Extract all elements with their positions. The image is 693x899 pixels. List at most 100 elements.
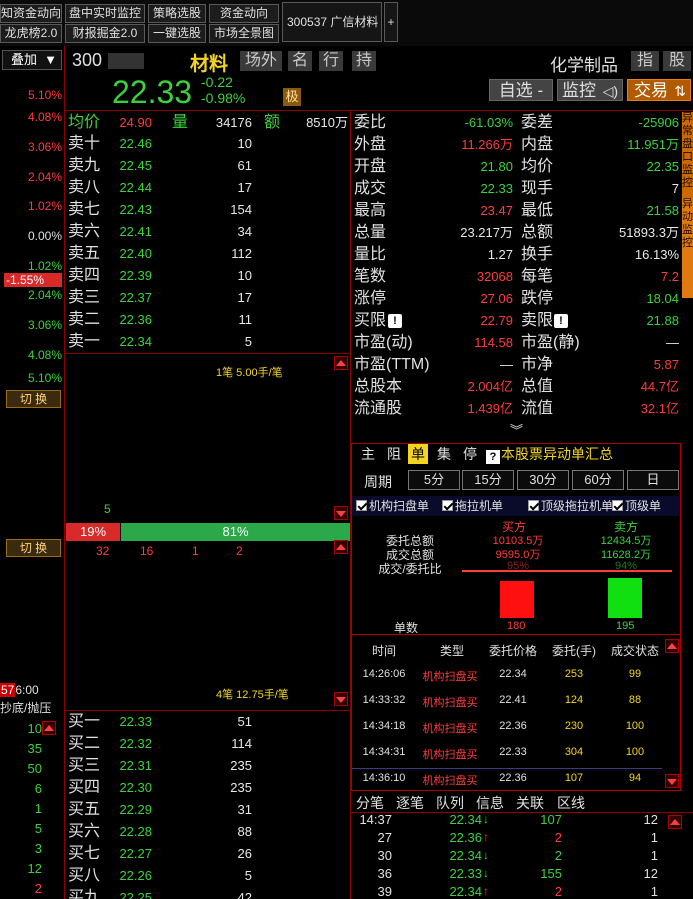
- period-button[interactable]: 5分: [408, 470, 460, 490]
- row-time: 14:26:06: [362, 668, 406, 680]
- filter-checkbox[interactable]: 拖拉机单: [442, 498, 503, 514]
- bottom-tab[interactable]: 逐笔: [396, 793, 434, 813]
- bottom-tab[interactable]: 队列: [436, 793, 474, 813]
- period-button[interactable]: 30分: [517, 470, 569, 490]
- info-value: 44.7亿: [640, 379, 679, 394]
- tick-price: 22.34: [449, 848, 482, 863]
- trade-button[interactable]: 交易 ⇅: [627, 79, 691, 101]
- info-value: 23.47: [480, 203, 513, 218]
- bottom-tab[interactable]: 分笔: [356, 793, 394, 813]
- period-button[interactable]: 日: [627, 470, 679, 490]
- panel-tab[interactable]: 主: [358, 444, 378, 464]
- scroll-up-icon[interactable]: [334, 540, 348, 554]
- watchlist-button[interactable]: 自选 -: [489, 79, 553, 101]
- info-value: 1.439亿: [467, 401, 513, 416]
- buy-count: 180: [507, 620, 526, 632]
- scroll-up-icon[interactable]: [42, 721, 56, 735]
- toolbar-btn-1[interactable]: 知资金动向: [0, 4, 62, 23]
- ladder-label: 买四: [68, 779, 101, 796]
- bottom-tab[interactable]: 区线: [557, 793, 595, 813]
- monitor-button[interactable]: 监控 ◁): [557, 79, 623, 101]
- ladder-label: 卖二: [68, 311, 101, 328]
- ladder-label: 买二: [68, 735, 101, 752]
- info-label: 总量: [354, 224, 387, 241]
- row-qty: 107: [564, 772, 584, 784]
- ladder-row: 买七 22.27 26: [66, 843, 350, 865]
- volume-label: 量: [172, 114, 189, 131]
- toolbar-btn-8[interactable]: 市场全景图: [209, 24, 279, 43]
- toolbar-btn-6[interactable]: 财报掘金2.0: [65, 24, 145, 43]
- help-icon[interactable]: ?: [486, 450, 500, 464]
- bottom-tab[interactable]: 信息: [476, 793, 514, 813]
- tick-volume: 155: [540, 866, 562, 881]
- chip-industry[interactable]: 行: [319, 51, 343, 71]
- info-row: 最高 23.47 最低 21.58: [351, 200, 681, 222]
- scroll-up-icon[interactable]: [665, 639, 679, 653]
- abnormal-order-panel: 主阻单集停 ? 本股票异动单汇总 周期 5分 15分 30分 60分日 机构扫盘单 拖拉机…: [351, 443, 681, 791]
- scroll-up-icon[interactable]: [668, 815, 682, 829]
- panel-tab[interactable]: 停: [460, 444, 480, 464]
- switch-button-2[interactable]: 切 换: [6, 539, 61, 557]
- add-tab-button[interactable]: +: [384, 2, 398, 42]
- left-tick-value: 12: [27, 861, 42, 876]
- limit-badge: 极: [283, 88, 301, 106]
- toolbar-btn-4[interactable]: 资金动向: [209, 4, 279, 23]
- time-badge: 57: [0, 683, 16, 697]
- ladder-volume: 10: [237, 136, 252, 151]
- ladder-price: 22.40: [119, 246, 152, 261]
- ladder-price: 22.34: [119, 334, 152, 349]
- info-row: 笔数 32068 每笔 7.2: [351, 266, 681, 288]
- ladder-volume: 235: [230, 780, 252, 795]
- info-value: 18.04: [646, 291, 679, 306]
- flow-num-3: 1: [192, 544, 199, 558]
- table-header-cell: 委托(手): [552, 644, 596, 658]
- info-value: 7: [671, 181, 679, 196]
- info-label: 跌停: [521, 290, 554, 307]
- period-button[interactable]: 60分: [572, 470, 624, 490]
- chip-rank[interactable]: 名: [288, 51, 312, 71]
- period-button[interactable]: 15分: [462, 470, 514, 490]
- info-label: 买限: [354, 312, 387, 329]
- ladder-row: 卖七 22.43 154: [66, 199, 350, 221]
- panel-tab[interactable]: 阻: [384, 444, 404, 464]
- ladder-row: 买五 22.29 31: [66, 799, 350, 821]
- scroll-down-icon[interactable]: [665, 774, 679, 788]
- toolbar-btn-5[interactable]: 龙虎榜2.0: [0, 24, 62, 43]
- switch-button-1[interactable]: 切 换: [6, 390, 61, 408]
- bottom-tab[interactable]: 关联: [516, 793, 554, 813]
- chip-holdings[interactable]: 持: [352, 51, 376, 71]
- info-row: 市盈(动) 114.58 市盈(静) —: [351, 332, 681, 354]
- scroll-up-icon[interactable]: [334, 356, 348, 370]
- toolbar-btn-3[interactable]: 策略选股: [148, 4, 206, 23]
- info-value: 21.80: [480, 159, 513, 174]
- overlay-dropdown[interactable]: 叠加 ▼: [2, 50, 62, 70]
- filter-checkbox[interactable]: 顶级拖拉机单: [528, 498, 613, 514]
- toolbar-btn-2[interactable]: 盘中实时监控: [65, 4, 145, 23]
- chip-offmarket[interactable]: 场外: [240, 51, 282, 71]
- panel-tab[interactable]: 单: [408, 444, 428, 464]
- scroll-down-icon[interactable]: [334, 506, 348, 520]
- info-value: 21.88: [646, 313, 679, 328]
- info-label: 最低: [521, 202, 554, 219]
- side-monitor-tab-2[interactable]: 异动监控: [682, 198, 693, 298]
- expand-icon[interactable]: ︾: [510, 420, 523, 439]
- chip-stock[interactable]: 股: [663, 51, 691, 71]
- tick-count: 12: [643, 812, 658, 827]
- percent-tick: 1.02%: [27, 259, 62, 273]
- ladder-label: 卖六: [68, 223, 101, 240]
- chip-index[interactable]: 指: [631, 51, 659, 71]
- percent-tick: 5.10%: [27, 88, 62, 102]
- toolbar-btn-7[interactable]: 一键选股: [148, 24, 206, 43]
- info-value: 51893.3万: [619, 225, 679, 240]
- panel-tab[interactable]: 集: [434, 444, 454, 464]
- tick-price: 22.34: [449, 812, 482, 827]
- info-label: 市净: [521, 356, 554, 373]
- filter-checkbox[interactable]: 顶级单: [612, 498, 661, 514]
- stock-tab[interactable]: 300537 广信材料: [282, 2, 382, 42]
- left-tick-value: 2: [34, 881, 42, 896]
- volume-value: 34176: [215, 115, 252, 130]
- filter-checkbox[interactable]: 机构扫盘单: [356, 498, 429, 514]
- info-label: 开盘: [354, 158, 387, 175]
- scroll-down-icon[interactable]: [334, 692, 348, 706]
- ladder-price: 22.37: [119, 290, 152, 305]
